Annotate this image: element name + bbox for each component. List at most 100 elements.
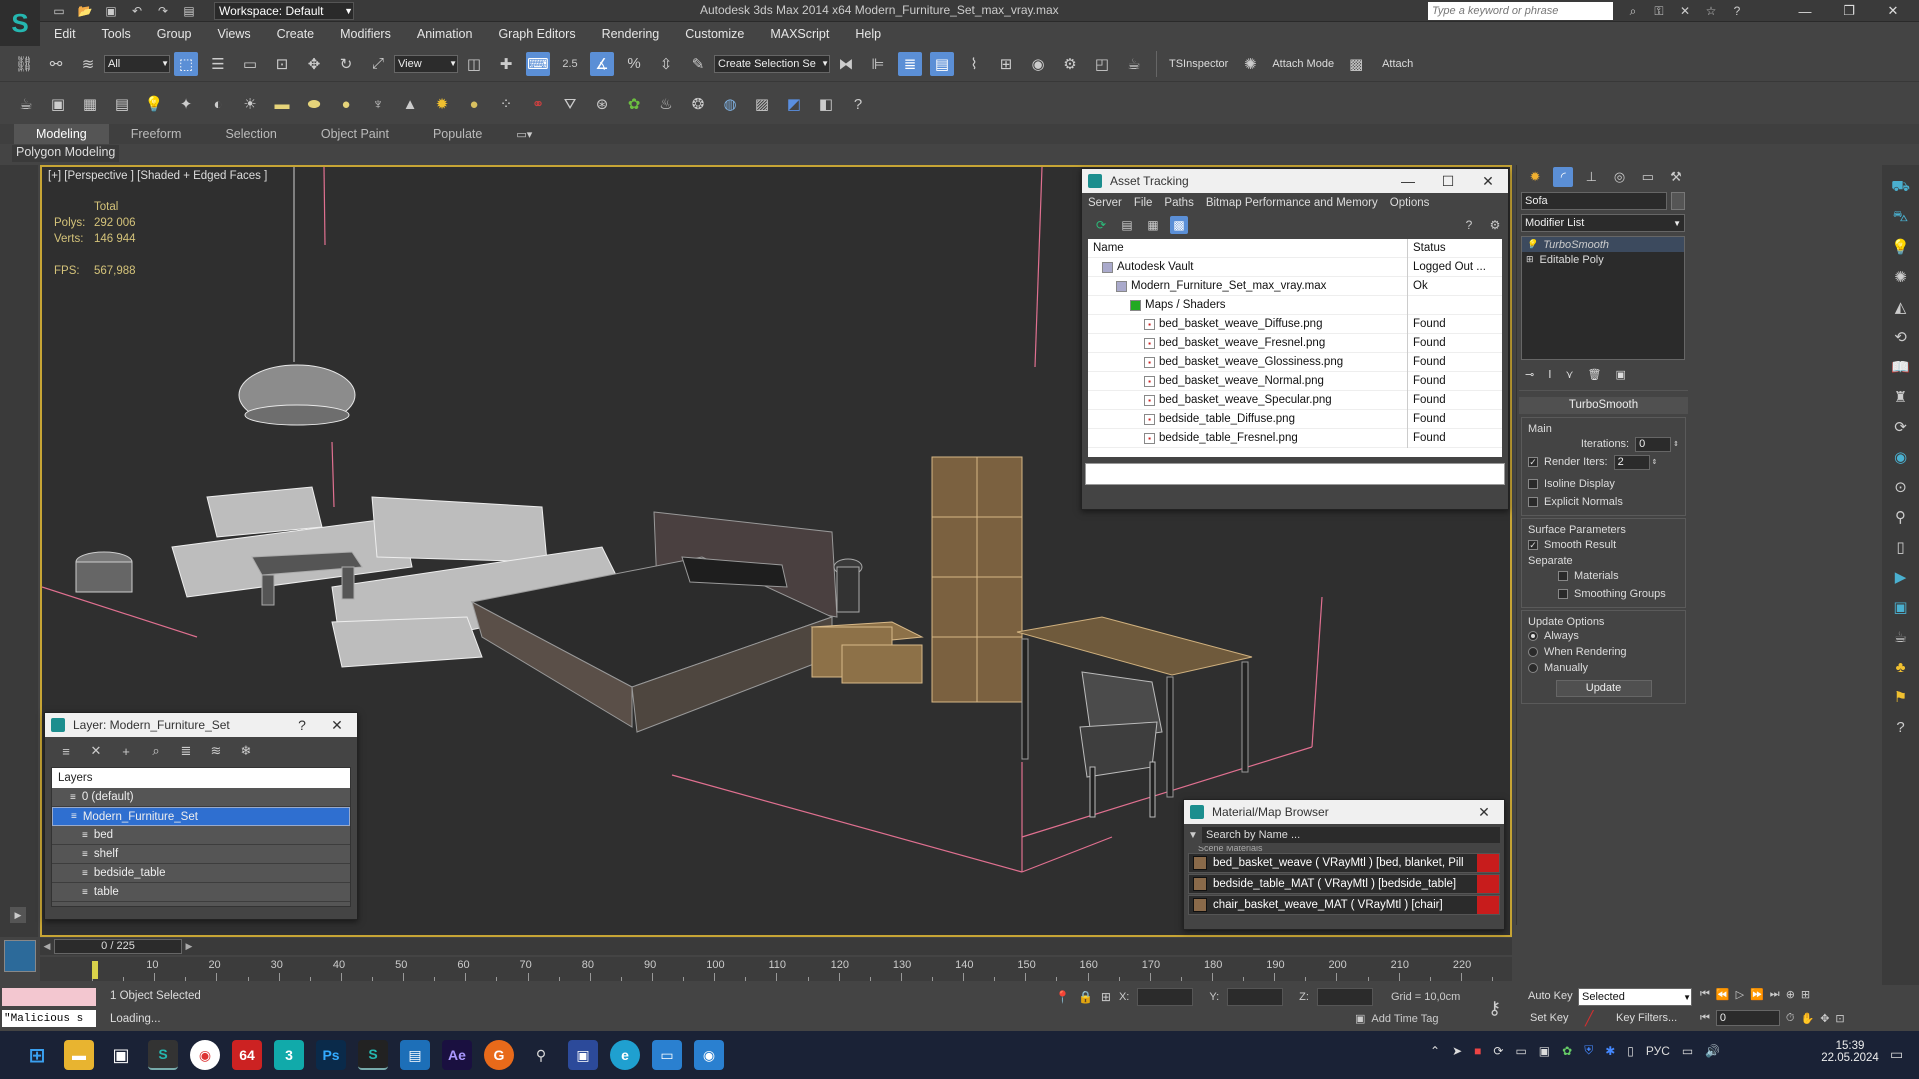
current-frame-field[interactable]: 0 (1715, 1010, 1780, 1026)
pin-stack-icon[interactable]: ⊸ (1525, 368, 1534, 381)
menu-edit[interactable]: Edit (40, 27, 88, 41)
save-preset-icon[interactable]: ◧ (814, 92, 838, 116)
binoculars-icon[interactable]: ⌕ (1624, 2, 1642, 20)
scene-explorer-icon[interactable]: ⛟ (1889, 175, 1913, 199)
help-button[interactable]: ? (287, 717, 317, 733)
asset-col-name[interactable]: Name (1088, 239, 1408, 258)
camera-app-icon[interactable]: ◉ (694, 1040, 724, 1070)
set-key-button[interactable]: Set Key (1530, 1012, 1569, 1024)
asset-row[interactable]: Maps / Shaders (1088, 295, 1502, 315)
light-icon[interactable]: 💡 (1889, 235, 1913, 259)
z-coordinate-field[interactable] (1316, 988, 1373, 1006)
layer-row[interactable]: ≡ shelf (52, 845, 350, 864)
help-icon[interactable]: ? (1728, 2, 1746, 20)
maximize-viewport-icon[interactable]: ⊡ (1835, 1012, 1844, 1025)
select-manipulate-icon[interactable]: ✚ (494, 52, 518, 76)
file-explorer-icon[interactable]: ▬ (64, 1040, 94, 1070)
globe-icon[interactable]: ◍ (718, 92, 742, 116)
vray-proxy-icon[interactable]: ⬬ (302, 92, 326, 116)
explicit-normals-checkbox[interactable] (1528, 497, 1538, 507)
telegram-icon[interactable]: ➤ (1452, 1044, 1462, 1058)
menu-rendering[interactable]: Rendering (588, 27, 672, 41)
key-mode-toggle-icon[interactable]: ⏮ (1700, 1012, 1710, 1025)
sphere-icon[interactable]: ◉ (1889, 445, 1913, 469)
always-radio[interactable] (1528, 631, 1538, 641)
asset-menu-bitmap[interactable]: Bitmap Performance and Memory (1200, 197, 1384, 209)
asset-row[interactable]: ▪ bedside_table_Fresnel.png Found (1088, 428, 1502, 448)
modify-tab-icon[interactable]: ◜ (1553, 167, 1574, 187)
iterations-spinner[interactable]: 0 (1635, 436, 1672, 452)
tab-freeform[interactable]: Freeform (109, 124, 204, 144)
ribbon-panel-label[interactable]: Polygon Modeling (12, 145, 120, 162)
key-mode-icon[interactable]: ⚷ (1488, 998, 1501, 1019)
edge-icon[interactable]: e (610, 1040, 640, 1070)
spinner-arrows-icon[interactable]: ⇕ (1652, 458, 1658, 466)
render-region-icon[interactable]: ◩ (782, 92, 806, 116)
project-folder-icon[interactable]: ▤ (180, 2, 198, 20)
save-icon[interactable]: ▣ (102, 2, 120, 20)
ribbon-toggle-icon[interactable]: ▤ (930, 51, 954, 76)
search-app-icon[interactable]: ⚲ (526, 1040, 556, 1070)
unlink-icon[interactable]: ⚯ (44, 52, 68, 76)
close-button[interactable]: ✕ (1871, 0, 1915, 22)
star-icon[interactable]: ☆ (1702, 2, 1720, 20)
vray-ies-icon[interactable]: ✦ (174, 92, 198, 116)
angle-snap-icon[interactable]: ∡ (590, 51, 614, 76)
move-icon[interactable]: ✥ (302, 52, 326, 76)
ribbon-options-icon[interactable]: ▭▾ (516, 128, 532, 141)
vray-render-icon[interactable]: ▤ (110, 92, 134, 116)
layer-row[interactable]: ≡ Modern_Furniture_Set (52, 807, 350, 826)
schematic-view-icon[interactable]: ⊞ (994, 52, 1018, 76)
play-small-icon[interactable]: ▶ (1889, 565, 1913, 589)
keyboard-shortcut-icon[interactable]: ⌨ (526, 51, 550, 76)
bind-spacewarp-icon[interactable]: ≋ (76, 52, 100, 76)
start-icon[interactable]: ⊞ (22, 1040, 52, 1070)
chevron-down-icon[interactable]: ▼ (1188, 830, 1202, 841)
material-editor-icon[interactable]: ◉ (1026, 52, 1050, 76)
menu-help[interactable]: Help (841, 27, 893, 41)
fur-ball-icon[interactable]: ❂ (686, 92, 710, 116)
select-by-name-icon[interactable]: ☰ (206, 52, 230, 76)
freeze-all-icon[interactable]: ❄ (235, 740, 257, 762)
notifications-icon[interactable]: ▭ (1890, 1046, 1903, 1063)
maxscript-input[interactable]: "Malicious s (2, 1010, 96, 1027)
sphere-light-icon[interactable]: ● (462, 92, 486, 116)
table-view-icon[interactable]: ▦ (1144, 216, 1162, 234)
teapot-icon[interactable]: ☕ (14, 92, 38, 116)
scene-materials-header[interactable]: Scene Materials (1198, 846, 1504, 852)
volume-icon[interactable]: 🔊 (1705, 1044, 1720, 1058)
minimize-icon[interactable]: — (1388, 173, 1428, 189)
frame-icon[interactable]: ▣ (1889, 595, 1913, 619)
field-of-view-icon[interactable]: ⊞ (1801, 988, 1810, 1001)
doc-icon[interactable]: ▯ (1889, 535, 1913, 559)
layer-row[interactable]: ≡ bedside_table (52, 864, 350, 883)
app-64-icon[interactable]: 64 (232, 1040, 262, 1070)
manually-radio[interactable] (1528, 663, 1538, 673)
layer-window-titlebar[interactable]: Layer: Modern_Furniture_Set ? ✕ (45, 713, 357, 737)
highlight-layer-icon[interactable]: ≣ (175, 740, 197, 762)
open-file-icon[interactable]: 📂 (76, 2, 94, 20)
asset-row[interactable]: ▪ bedside_table_Diffuse.png Found (1088, 409, 1502, 429)
previous-frame-icon[interactable]: ⏪ (1716, 988, 1730, 1001)
key-filter-select[interactable]: Selected ▼ (1578, 988, 1692, 1006)
asset-col-status[interactable]: Status (1408, 242, 1492, 254)
play-animation-icon[interactable]: ▷ (1736, 988, 1744, 1001)
set-key-pen-icon[interactable]: ╱ (1585, 1010, 1593, 1027)
menu-maxscript[interactable]: MAXScript (756, 27, 841, 41)
spinner-arrows-icon[interactable]: ⇕ (1673, 440, 1679, 448)
checker-icon[interactable]: ▩ (1344, 52, 1368, 76)
vray-fur-icon[interactable]: ♆ (366, 92, 390, 116)
absolute-mode-icon[interactable]: ⊞ (1101, 990, 1111, 1004)
tab-populate[interactable]: Populate (411, 124, 504, 144)
vray-dome-icon[interactable]: ◐ (206, 92, 230, 116)
vray-material-icon[interactable]: ▣ (46, 92, 70, 116)
rect-selection-icon[interactable]: ▭ (238, 52, 262, 76)
cone-light-icon[interactable]: ▲ (398, 92, 422, 116)
percent-snap-icon[interactable]: % (622, 52, 646, 76)
store-icon[interactable]: ▣ (568, 1040, 598, 1070)
asset-row[interactable]: ▪ bed_basket_weave_Specular.png Found (1088, 390, 1502, 410)
render-icon[interactable]: ☕ (1122, 52, 1146, 76)
render-iters-checkbox[interactable]: ✓ (1528, 457, 1538, 467)
grid-view-icon[interactable]: ▩ (1170, 216, 1188, 234)
refresh-icon[interactable]: ⟳ (1092, 216, 1110, 234)
